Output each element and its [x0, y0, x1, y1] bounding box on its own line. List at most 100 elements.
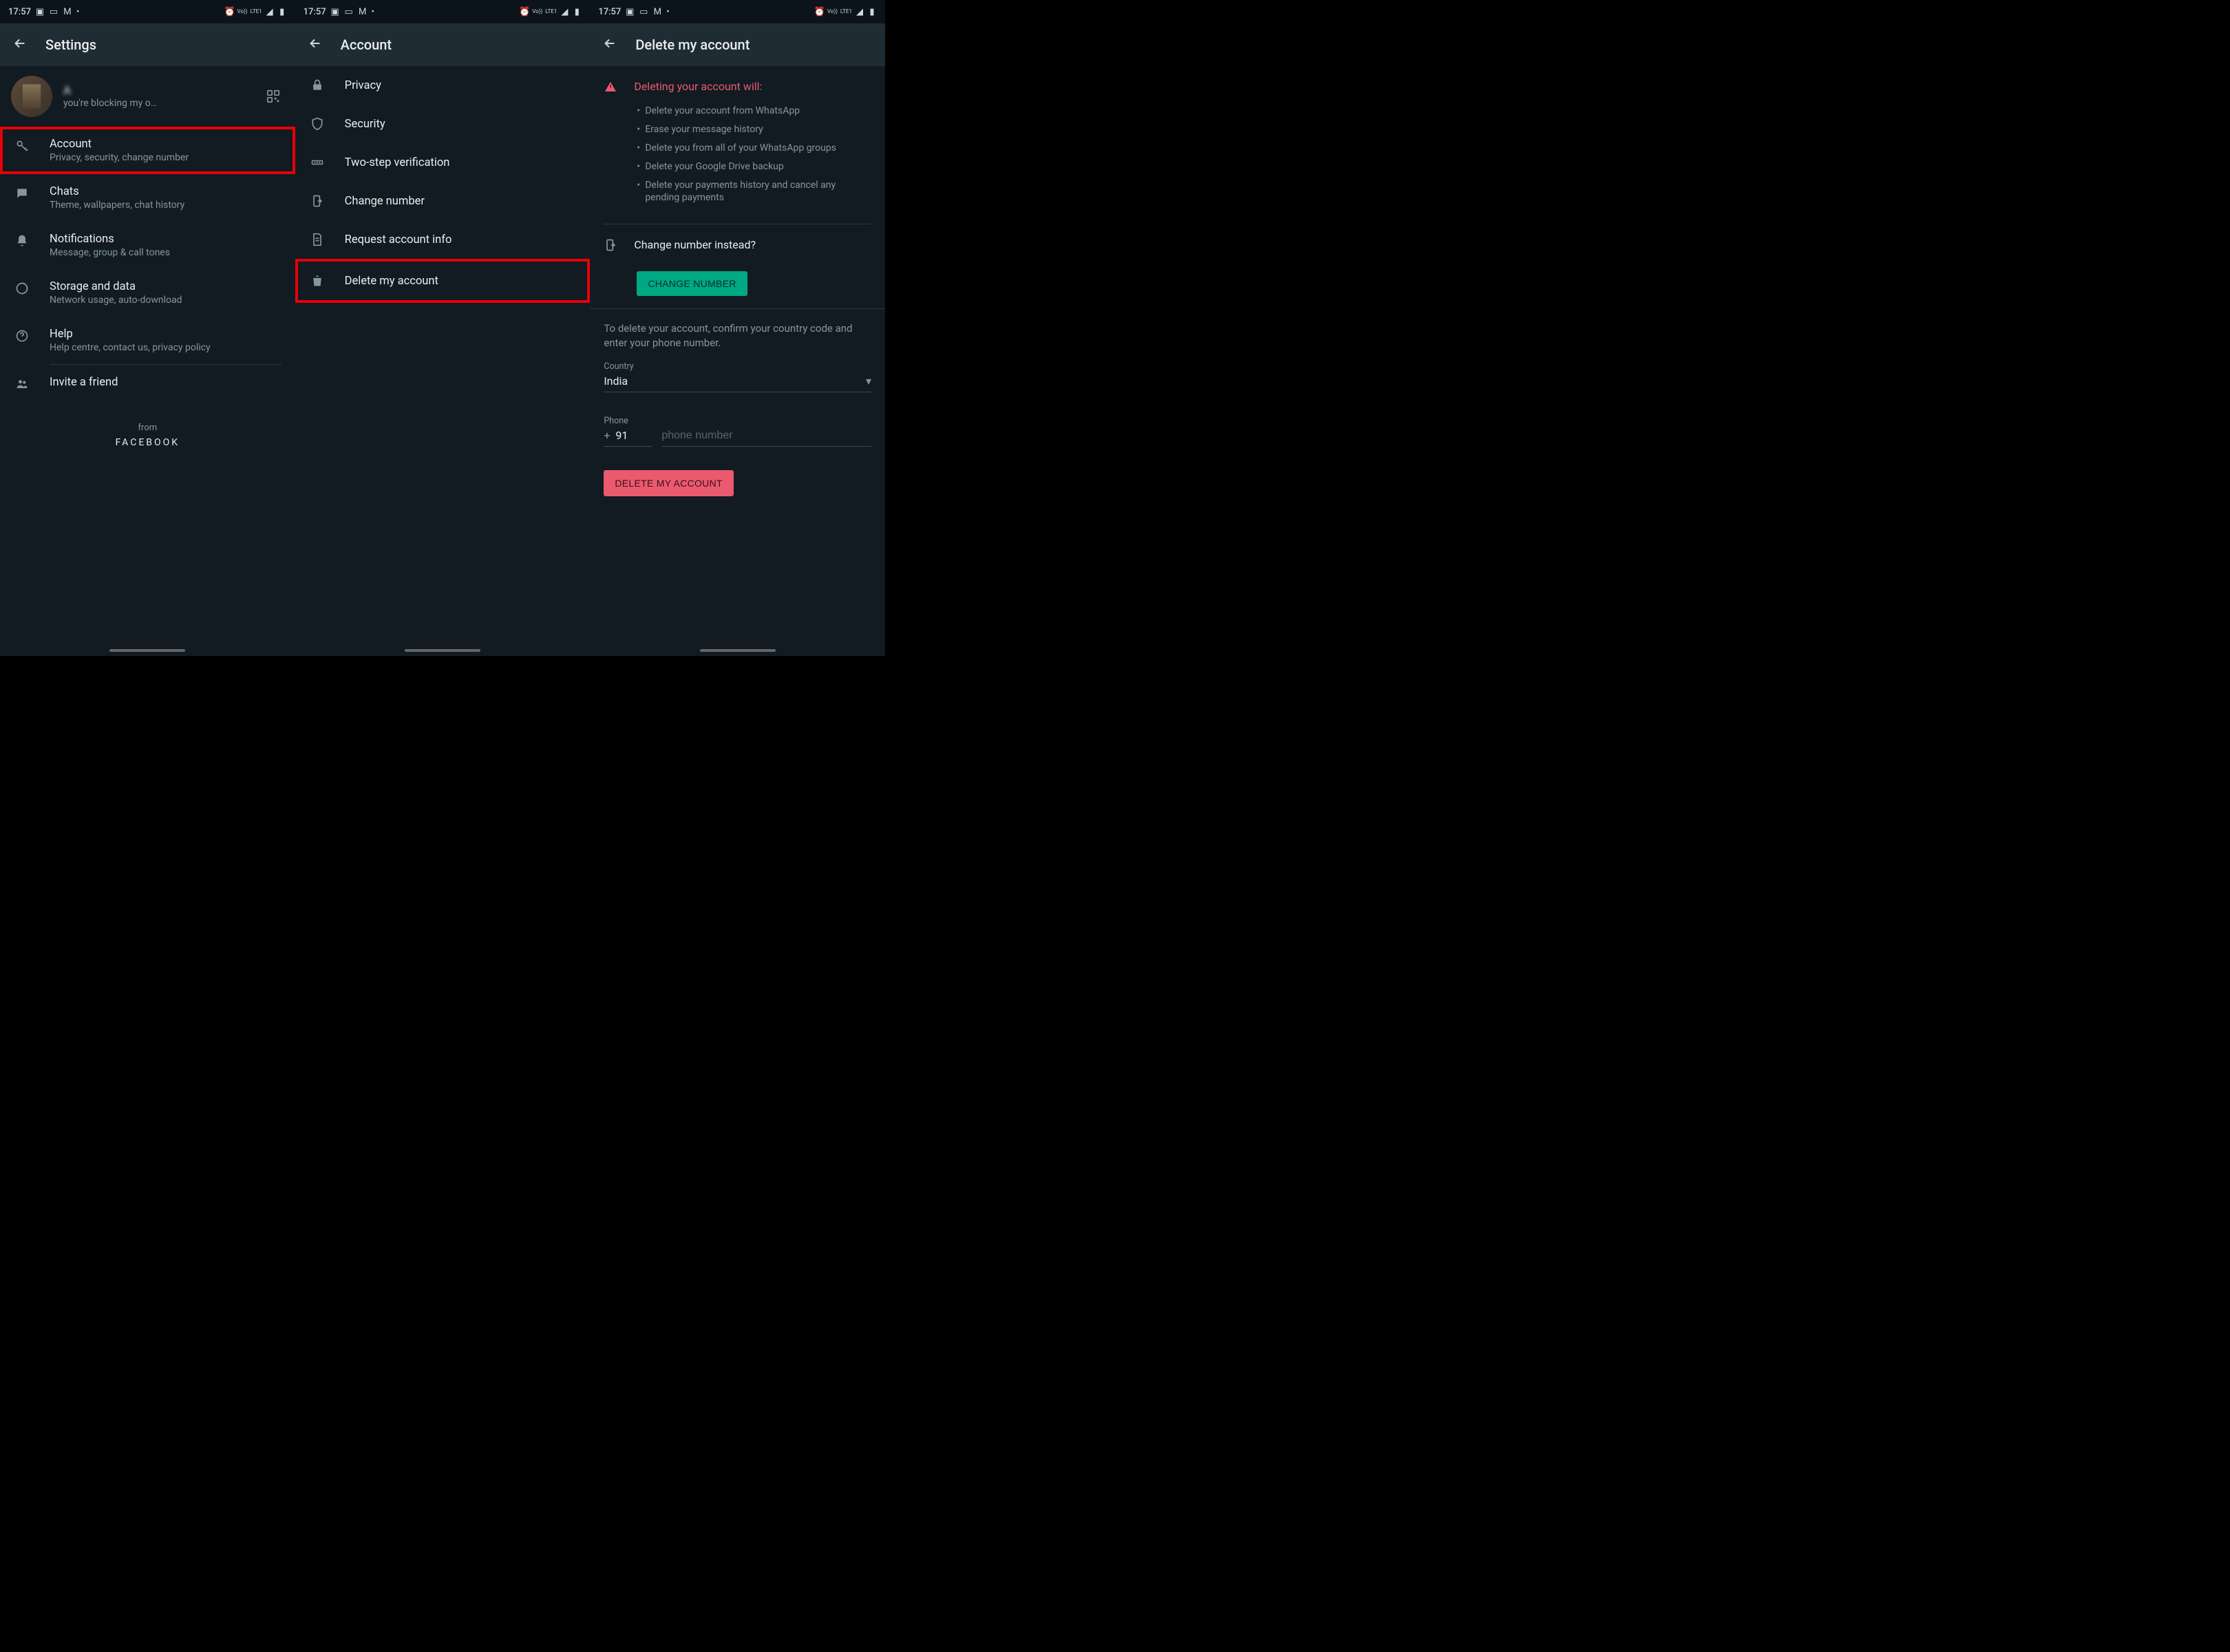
warning-item: Delete your Google Drive backup [637, 160, 871, 173]
phone-number-input[interactable] [661, 430, 871, 447]
warning-list: Delete your account from WhatsApp Erase … [637, 105, 871, 204]
lock-icon [309, 78, 326, 92]
screen-icon: ▭ [49, 7, 59, 17]
account-row-security[interactable]: Security [295, 105, 591, 143]
back-arrow-icon[interactable] [12, 36, 28, 54]
qr-code-icon[interactable] [262, 85, 284, 107]
alarm-icon: ⏰ [225, 7, 235, 17]
status-time: 17:57 [598, 7, 621, 17]
status-bar: 17:57 ▣ ▭ M • ⏰ Vo)) LTE1 ◢ ▮ [295, 0, 591, 23]
status-time: 17:57 [304, 7, 326, 17]
warning-block: Deleting your account will: Delete your … [590, 66, 885, 218]
change-number-icon [309, 194, 326, 208]
settings-sub: Message, group & call tones [50, 247, 282, 258]
status-bar: 17:57 ▣ ▭ M • ⏰ Vo)) LTE1 ◢ ▮ [0, 0, 295, 23]
account-row-privacy[interactable]: Privacy [295, 66, 591, 105]
settings-title: Account [50, 138, 282, 151]
account-label: Two-step verification [345, 156, 450, 169]
country-field[interactable]: Country India ▾ [590, 356, 885, 398]
avatar [11, 76, 52, 117]
back-arrow-icon[interactable] [602, 36, 617, 54]
settings-sub: Help centre, contact us, privacy policy [50, 342, 282, 353]
settings-row-help[interactable]: Help Help centre, contact us, privacy po… [0, 317, 295, 364]
change-number-icon [604, 238, 617, 255]
settings-row-chats[interactable]: Chats Theme, wallpapers, chat history [0, 174, 295, 222]
more-dot: • [666, 7, 669, 17]
screen-icon: ▭ [344, 7, 354, 17]
profile-name: A [63, 84, 71, 98]
volte-text: Vo)) [237, 9, 248, 14]
mail-icon: M [358, 7, 368, 17]
profile-row[interactable]: A you're blocking my o… [0, 66, 295, 127]
lte-text: LTE1 [840, 9, 852, 14]
image-icon: ▣ [35, 7, 45, 17]
account-label: Change number [345, 195, 425, 208]
more-dot: • [76, 7, 79, 17]
data-icon [14, 280, 30, 295]
dots-icon [309, 156, 326, 169]
account-row-twostep[interactable]: Two-step verification [295, 143, 591, 182]
alarm-icon: ⏰ [520, 7, 529, 17]
account-row-changenumber[interactable]: Change number [295, 182, 591, 220]
image-icon: ▣ [330, 7, 340, 17]
account-row-delete[interactable]: Delete my account [295, 259, 591, 303]
app-bar: Account [295, 23, 591, 66]
page-title: Settings [45, 36, 96, 53]
account-label: Request account info [345, 233, 452, 246]
back-arrow-icon[interactable] [308, 36, 323, 54]
alarm-icon: ⏰ [815, 7, 825, 17]
settings-title: Help [50, 328, 282, 341]
warning-title: Deleting your account will: [634, 80, 762, 93]
settings-row-storage[interactable]: Storage and data Network usage, auto-dow… [0, 269, 295, 317]
account-row-request[interactable]: Request account info [295, 220, 591, 259]
country-value: India [604, 374, 628, 388]
change-number-button[interactable]: CHANGE NUMBER [637, 271, 747, 296]
trash-icon [309, 274, 326, 288]
signal-icon: ◢ [560, 7, 569, 17]
screen-account: 17:57 ▣ ▭ M • ⏰ Vo)) LTE1 ◢ ▮ Account Pr… [295, 0, 591, 656]
image-icon: ▣ [625, 7, 635, 17]
mail-icon: M [652, 7, 662, 17]
settings-title: Notifications [50, 233, 282, 246]
confirm-instruction: To delete your account, confirm your cou… [590, 309, 885, 356]
settings-row-notifications[interactable]: Notifications Message, group & call tone… [0, 222, 295, 269]
help-icon [14, 328, 30, 343]
account-label: Privacy [345, 79, 381, 92]
settings-title: Storage and data [50, 280, 282, 293]
delete-account-button[interactable]: DELETE MY ACCOUNT [604, 470, 734, 496]
country-label: Country [604, 361, 871, 372]
volte-text: Vo)) [827, 9, 838, 14]
battery-icon: ▮ [277, 7, 287, 17]
more-dot: • [372, 7, 374, 17]
warning-item: Delete your payments history and cancel … [637, 179, 871, 205]
screen-delete: 17:57 ▣ ▭ M • ⏰ Vo)) LTE1 ◢ ▮ Delete my … [590, 0, 885, 656]
settings-sub: Privacy, security, change number [50, 152, 282, 163]
status-time: 17:57 [8, 7, 31, 17]
warning-item: Delete your account from WhatsApp [637, 105, 871, 118]
warning-item: Delete you from all of your WhatsApp gro… [637, 142, 871, 155]
settings-row-account[interactable]: Account Privacy, security, change number [0, 127, 295, 174]
mail-icon: M [63, 7, 72, 17]
battery-icon: ▮ [572, 7, 582, 17]
profile-status: you're blocking my o… [63, 98, 235, 109]
settings-title: Chats [50, 185, 282, 198]
country-code-value: 91 [615, 429, 628, 442]
app-bar: Delete my account [590, 23, 885, 66]
account-label: Delete my account [345, 275, 438, 288]
country-code-field[interactable]: + 91 [604, 429, 652, 447]
change-number-text: Change number instead? [634, 238, 756, 251]
lte-text: LTE1 [545, 9, 557, 14]
battery-icon: ▮ [867, 7, 877, 17]
settings-row-invite[interactable]: Invite a friend [0, 365, 295, 402]
lte-text: LTE1 [251, 9, 262, 14]
warning-item: Erase your message history [637, 123, 871, 136]
footer-facebook: FACEBOOK [0, 437, 295, 448]
page-title: Delete my account [635, 36, 750, 53]
footer-from: from [0, 423, 295, 433]
chat-icon [14, 185, 30, 200]
nav-pill [700, 649, 776, 652]
settings-sub: Theme, wallpapers, chat history [50, 200, 282, 211]
nav-pill [109, 649, 185, 652]
plus-sign: + [604, 429, 610, 442]
page-title: Account [341, 36, 392, 53]
